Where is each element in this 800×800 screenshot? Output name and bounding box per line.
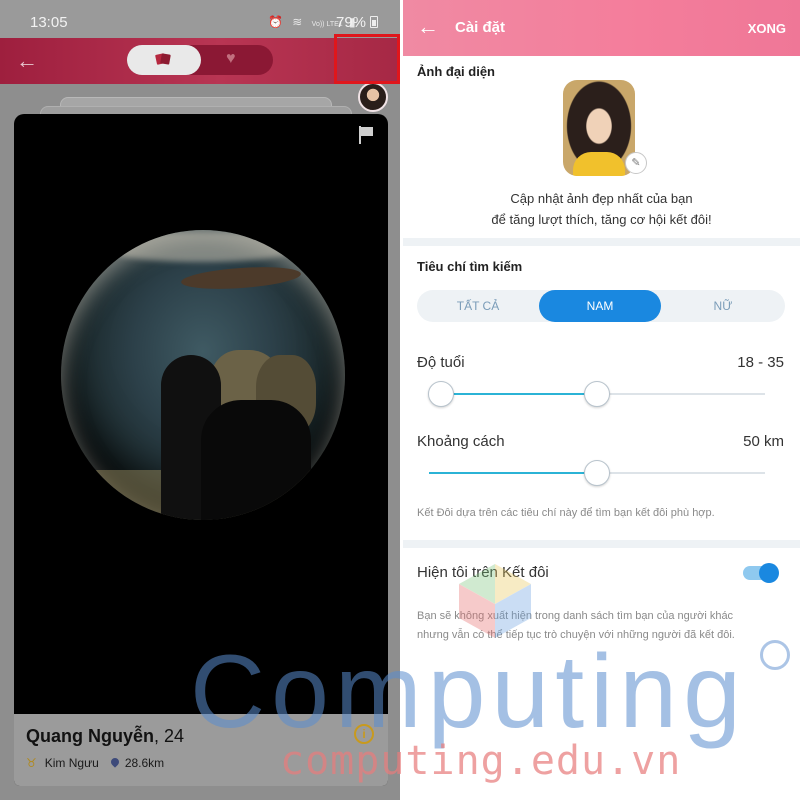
age-label: Độ tuổi — [417, 354, 465, 371]
avatar-desc-line1: Cập nhật ảnh đẹp nhất của bạn — [510, 191, 693, 206]
distance-fill — [429, 472, 597, 474]
age-value: 18 - 35 — [737, 354, 784, 371]
report-flag-icon[interactable] — [358, 126, 374, 144]
gender-option-female[interactable]: NỮ — [661, 290, 785, 322]
back-arrow-icon[interactable]: ← — [16, 50, 40, 72]
profile-photo — [61, 230, 345, 520]
profile-distance: 28.6km — [124, 756, 165, 770]
profile-meta: ♉ Kim Ngưu 28.6km — [26, 756, 164, 770]
profile-zodiac: Kim Ngưu — [44, 756, 99, 770]
cards-icon — [156, 53, 170, 65]
avatar-desc-line2: để tăng lượt thích, tăng cơ hội kết đôi! — [491, 212, 712, 227]
search-criteria-title: Tiêu chí tìm kiếm — [417, 259, 523, 274]
section-separator — [403, 238, 800, 246]
taurus-icon: ♉ — [26, 756, 37, 770]
battery-percent: 79% — [336, 14, 367, 31]
watermark-logo-icon — [459, 564, 531, 638]
profile-name-age: Quang Nguyễn, 24 — [26, 726, 184, 747]
toggle-knob — [759, 563, 779, 583]
watermark-url: computing.edu.vn — [280, 738, 682, 784]
status-bar: 13:05 ⏰ ≋ Vo)) LTE1 ▮ 79% — [0, 0, 400, 38]
distance-handle[interactable] — [584, 460, 610, 486]
settings-header: ← Cài đặt XONG — [403, 0, 800, 56]
mode-switch: ♥ — [127, 45, 273, 75]
tab-likes-heart-icon[interactable]: ♥ — [226, 50, 236, 68]
age-range-slider[interactable] — [428, 381, 765, 407]
screen-root: 13:05 ⏰ ≋ Vo)) LTE1 ▮ 79% ← ♥ Quang Nguy… — [0, 0, 800, 800]
avatar-description: Cập nhật ảnh đẹp nhất của bạn để tăng lư… — [403, 188, 800, 230]
watermark-registered-icon — [760, 640, 790, 670]
battery-icon — [370, 16, 378, 28]
location-pin-icon — [111, 758, 119, 768]
profile-name: Quang Nguyễn — [26, 726, 155, 746]
watermark-text: Computing — [190, 634, 747, 750]
back-arrow-icon[interactable]: ← — [417, 16, 439, 38]
distance-value: 50 km — [743, 433, 784, 450]
age-min-handle[interactable] — [428, 381, 454, 407]
gender-selector: TẤT CẢ NAM NỮ — [417, 290, 785, 322]
tab-cards[interactable] — [127, 45, 201, 75]
profile-avatar-button[interactable] — [358, 82, 388, 112]
status-time: 13:05 — [30, 14, 68, 31]
gender-option-all[interactable]: TẤT CẢ — [417, 290, 539, 322]
gender-option-male[interactable]: NAM — [539, 290, 661, 322]
distance-label: Khoảng cách — [417, 433, 505, 450]
page-title: Cài đặt — [455, 19, 506, 36]
avatar-highlight-box — [334, 34, 400, 84]
edit-pencil-icon[interactable]: ✎ — [625, 152, 647, 174]
age-range-fill — [441, 393, 597, 395]
avatar-section-title: Ảnh đại diện — [417, 64, 495, 79]
search-criteria-note: Kết Đôi dựa trên các tiêu chí này để tìm… — [417, 507, 715, 519]
show-me-toggle[interactable] — [743, 563, 779, 583]
age-max-handle[interactable] — [584, 381, 610, 407]
profile-age: , 24 — [154, 726, 185, 746]
distance-slider[interactable] — [429, 460, 765, 486]
section-separator — [403, 540, 800, 548]
done-button[interactable]: XONG — [748, 21, 786, 36]
